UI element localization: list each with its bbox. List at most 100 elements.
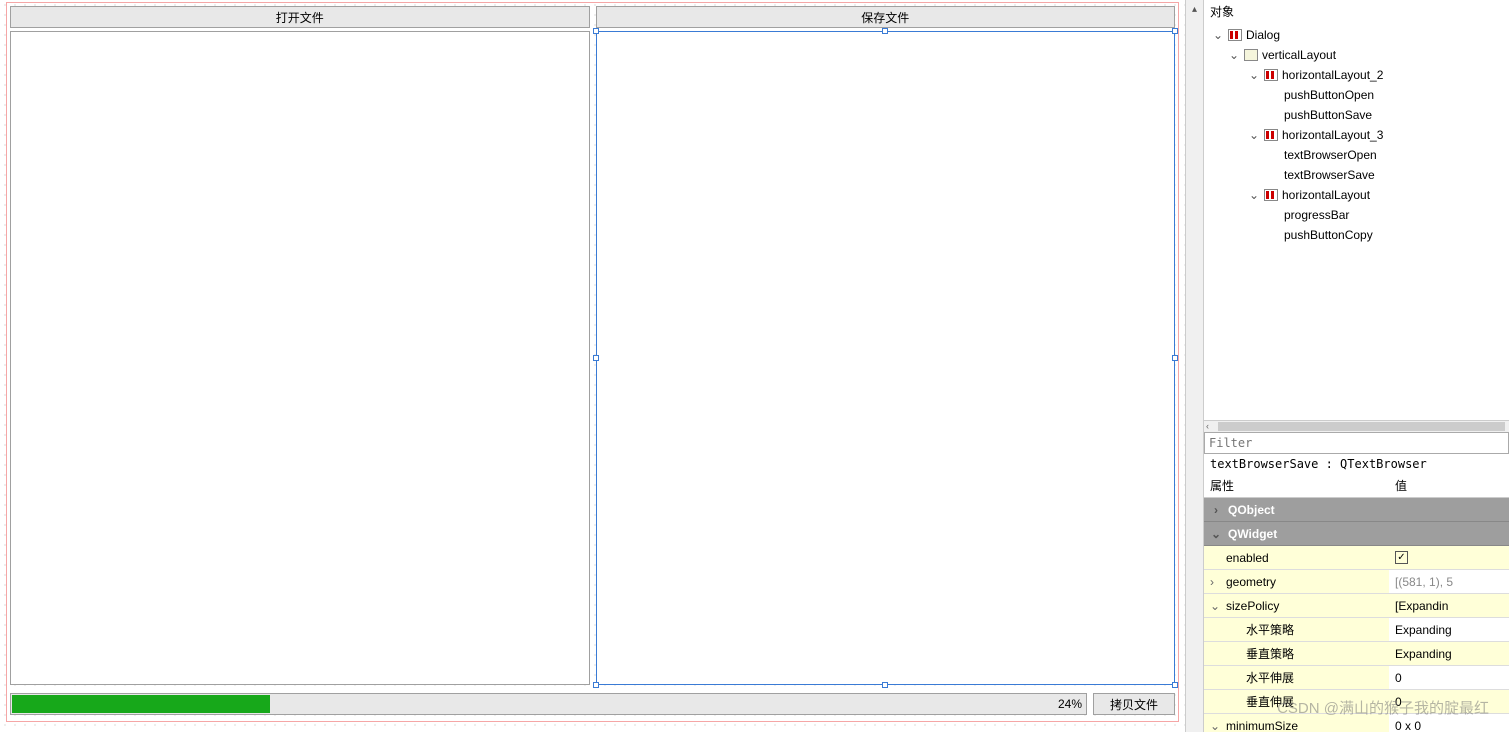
text-browser-save[interactable] [596, 31, 1176, 685]
expand-icon[interactable]: ⌄ [1248, 188, 1260, 202]
layout-icon [1264, 129, 1278, 141]
resize-handle[interactable] [593, 28, 599, 34]
scrollbar-thumb[interactable] [1218, 422, 1505, 431]
prop-row-geometry[interactable]: › geometry [(581, 1), 5 [1204, 570, 1509, 594]
object-tree[interactable]: ⌄ Dialog ⌄ verticalLayout ⌄ horizontalLa… [1204, 23, 1509, 247]
collapse-icon[interactable]: › [1210, 503, 1222, 517]
tree-label: pushButtonSave [1284, 108, 1372, 122]
resize-handle[interactable] [1172, 682, 1178, 688]
expand-icon[interactable]: ⌄ [1212, 28, 1224, 42]
layout-icon [1264, 189, 1278, 201]
tree-label: horizontalLayout [1282, 188, 1370, 202]
prop-col-name: 属性 [1204, 474, 1389, 497]
tree-label: pushButtonCopy [1284, 228, 1373, 242]
tree-label: horizontalLayout_3 [1282, 128, 1383, 142]
group-label: QObject [1228, 503, 1275, 517]
tree-row-hl3[interactable]: ⌄ horizontalLayout_3 [1208, 125, 1505, 145]
selected-object-title: textBrowserSave : QTextBrowser [1204, 454, 1509, 474]
expand-icon[interactable]: › [1210, 575, 1222, 589]
prop-label: geometry [1226, 575, 1276, 589]
side-panel: 对象 ⌄ Dialog ⌄ verticalLayout ⌄ horizonta… [1203, 0, 1509, 732]
copy-file-button[interactable]: 拷贝文件 [1093, 693, 1175, 715]
prop-row-vstretch[interactable]: 垂直伸展 0 [1204, 690, 1509, 714]
horizontal-layout-1: 24% 拷贝文件 [10, 691, 1175, 717]
expand-icon[interactable]: ⌄ [1248, 128, 1260, 142]
scroll-up-icon[interactable]: ▴ [1192, 4, 1197, 15]
dialog-widget[interactable]: 打开文件 保存文件 24% 拷贝文件 [6, 2, 1179, 722]
tree-row-tb-save[interactable]: textBrowserSave [1208, 165, 1505, 185]
vertical-scrollbar[interactable]: ▴ [1185, 0, 1203, 732]
collapse-icon[interactable]: ⌄ [1210, 599, 1222, 613]
prop-label: sizePolicy [1226, 599, 1279, 613]
prop-value[interactable]: 0 x 0 [1389, 714, 1509, 732]
progress-fill [12, 695, 270, 713]
expand-icon[interactable]: ⌄ [1248, 68, 1260, 82]
prop-col-value: 值 [1389, 474, 1413, 497]
tree-row-dialog[interactable]: ⌄ Dialog [1208, 25, 1505, 45]
expand-icon[interactable]: ⌄ [1210, 527, 1222, 541]
tree-row-btn-save[interactable]: pushButtonSave [1208, 105, 1505, 125]
tree-label: horizontalLayout_2 [1282, 68, 1383, 82]
object-inspector-header: 对象 [1204, 0, 1509, 23]
property-header: 属性 值 [1204, 474, 1509, 498]
prop-row-enabled[interactable]: enabled ✓ [1204, 546, 1509, 570]
progress-bar[interactable]: 24% [10, 693, 1087, 715]
enabled-checkbox[interactable]: ✓ [1395, 551, 1408, 564]
tree-row-btn-copy[interactable]: pushButtonCopy [1208, 225, 1505, 245]
tree-label: verticalLayout [1262, 48, 1336, 62]
filter-input[interactable] [1204, 432, 1509, 454]
tree-label: progressBar [1284, 208, 1349, 222]
prop-label: enabled [1226, 551, 1269, 565]
resize-handle[interactable] [1172, 355, 1178, 361]
tree-row-hl2[interactable]: ⌄ horizontalLayout_2 [1208, 65, 1505, 85]
prop-label: 垂直伸展 [1246, 693, 1294, 710]
layout-icon [1244, 49, 1258, 61]
prop-label: 垂直策略 [1246, 645, 1294, 662]
expand-icon[interactable]: ⌄ [1228, 48, 1240, 62]
expand-icon[interactable]: ⌄ [1210, 719, 1222, 732]
prop-value[interactable]: [(581, 1), 5 [1389, 570, 1509, 593]
prop-row-sizepolicy[interactable]: ⌄ sizePolicy [Expandin [1204, 594, 1509, 618]
prop-value[interactable]: 0 [1389, 666, 1509, 689]
layout-icon [1228, 29, 1242, 41]
prop-label: 水平策略 [1246, 621, 1294, 638]
tree-row-progress[interactable]: progressBar [1208, 205, 1505, 225]
prop-row-vpolicy[interactable]: 垂直策略 Expanding [1204, 642, 1509, 666]
prop-value[interactable]: Expanding [1389, 642, 1509, 665]
open-file-button[interactable]: 打开文件 [10, 6, 590, 28]
prop-value[interactable]: Expanding [1389, 618, 1509, 641]
designer-canvas[interactable]: 打开文件 保存文件 24% 拷贝文件 [0, 0, 1185, 732]
tree-row-btn-open[interactable]: pushButtonOpen [1208, 85, 1505, 105]
prop-label: 水平伸展 [1246, 669, 1294, 686]
tree-row-hl1[interactable]: ⌄ horizontalLayout [1208, 185, 1505, 205]
group-label: QWidget [1228, 527, 1277, 541]
resize-handle[interactable] [593, 682, 599, 688]
tree-label: textBrowserSave [1284, 168, 1375, 182]
tree-row-vlayout[interactable]: ⌄ verticalLayout [1208, 45, 1505, 65]
horizontal-layout-2: 打开文件 保存文件 [10, 6, 1175, 28]
prop-label: minimumSize [1226, 719, 1298, 732]
prop-group-qwidget[interactable]: ⌄ QWidget [1204, 522, 1509, 546]
scroll-left-icon[interactable]: ‹ [1206, 421, 1209, 431]
resize-handle[interactable] [882, 28, 888, 34]
tree-label: Dialog [1246, 28, 1280, 42]
prop-row-hstretch[interactable]: 水平伸展 0 [1204, 666, 1509, 690]
text-browser-open[interactable] [10, 31, 590, 685]
tree-row-tb-open[interactable]: textBrowserOpen [1208, 145, 1505, 165]
prop-group-qobject[interactable]: › QObject [1204, 498, 1509, 522]
prop-row-minsize[interactable]: ⌄ minimumSize 0 x 0 [1204, 714, 1509, 732]
tree-label: textBrowserOpen [1284, 148, 1377, 162]
resize-handle[interactable] [1172, 28, 1178, 34]
resize-handle[interactable] [882, 682, 888, 688]
property-editor[interactable]: 属性 值 › QObject ⌄ QWidget enabled ✓ › geom… [1204, 474, 1509, 732]
resize-handle[interactable] [593, 355, 599, 361]
layout-icon [1264, 69, 1278, 81]
horizontal-scrollbar[interactable]: ‹ [1204, 420, 1509, 432]
prop-value[interactable]: [Expandin [1389, 594, 1509, 617]
object-inspector[interactable]: 对象 ⌄ Dialog ⌄ verticalLayout ⌄ horizonta… [1204, 0, 1509, 420]
prop-value[interactable]: 0 [1389, 690, 1509, 713]
progress-text: 24% [1058, 697, 1082, 711]
horizontal-layout-3 [10, 31, 1175, 685]
save-file-button[interactable]: 保存文件 [596, 6, 1176, 28]
prop-row-hpolicy[interactable]: 水平策略 Expanding [1204, 618, 1509, 642]
